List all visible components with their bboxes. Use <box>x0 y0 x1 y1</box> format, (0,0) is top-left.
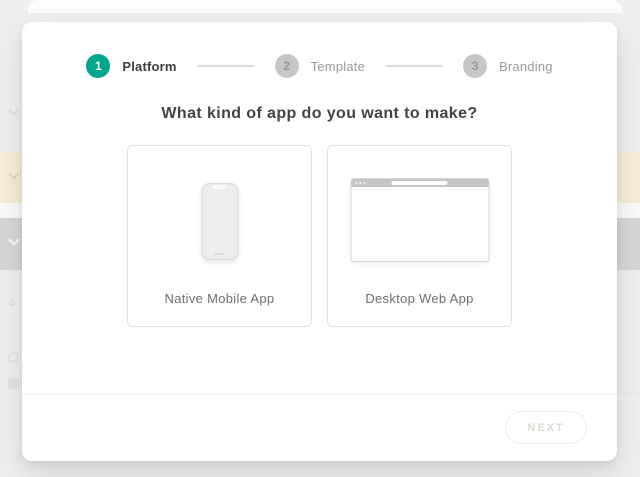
stepper-connector <box>385 65 443 67</box>
option-desktop-web-app[interactable]: Desktop Web App <box>327 145 512 327</box>
browser-dots-icon <box>355 182 365 184</box>
step-label: Template <box>311 59 365 74</box>
step-number-badge: 2 <box>275 54 299 78</box>
new-app-wizard-modal: 1 Platform 2 Template 3 Branding What ki… <box>22 22 617 461</box>
next-button[interactable]: NEXT <box>505 411 587 444</box>
background-row-number: 4 <box>8 296 15 310</box>
step-number-badge: 3 <box>463 54 487 78</box>
step-platform[interactable]: 1 Platform <box>86 54 176 78</box>
background-panel-top <box>28 0 622 13</box>
platform-options: Native Mobile App Desktop Web App <box>22 145 617 327</box>
browser-address-bar <box>392 181 448 185</box>
wizard-question-title: What kind of app do you want to make? <box>22 105 617 123</box>
option-label: Desktop Web App <box>328 291 511 306</box>
chevron-down-icon <box>8 104 19 115</box>
faint-list-icon <box>8 378 19 389</box>
option-label: Native Mobile App <box>128 291 311 306</box>
faint-list-icon <box>8 352 19 363</box>
stepper-connector <box>197 65 255 67</box>
step-template[interactable]: 2 Template <box>275 54 365 78</box>
step-label: Branding <box>499 59 553 74</box>
step-number-badge: 1 <box>86 54 110 78</box>
background-divider <box>617 393 640 394</box>
footer-divider <box>22 394 617 395</box>
browser-window-icon <box>350 178 489 262</box>
wizard-stepper: 1 Platform 2 Template 3 Branding <box>22 54 617 78</box>
step-label: Platform <box>122 59 176 74</box>
mobile-phone-icon <box>201 183 238 260</box>
step-branding[interactable]: 3 Branding <box>463 54 553 78</box>
option-native-mobile-app[interactable]: Native Mobile App <box>127 145 312 327</box>
